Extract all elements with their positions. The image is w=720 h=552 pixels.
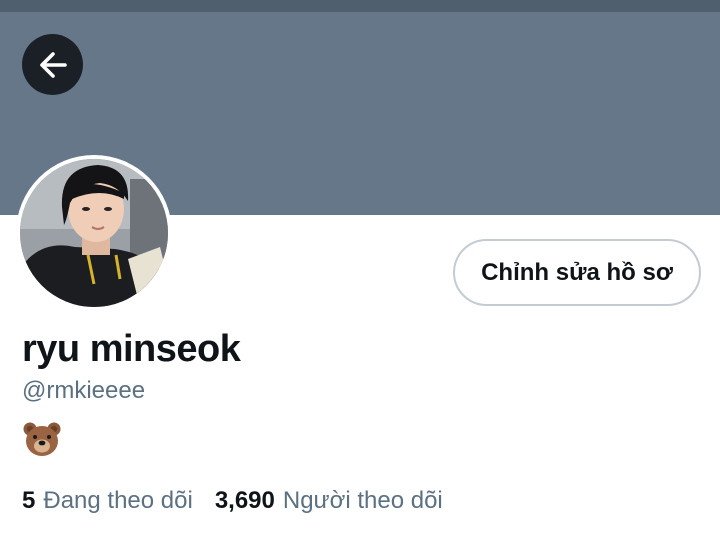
- followers-label: Người theo dõi: [282, 487, 443, 514]
- following-stat[interactable]: 5 Đang theo dõi: [22, 487, 193, 515]
- following-label: Đang theo dõi: [43, 487, 193, 514]
- following-count: 5: [22, 487, 36, 514]
- follow-stats: 5 Đang theo dõi 3,690 Người theo dõi: [22, 487, 443, 515]
- avatar[interactable]: [16, 155, 172, 311]
- followers-stat[interactable]: 3,690 Người theo dõi: [215, 487, 443, 515]
- display-name: ryu minseok: [22, 328, 241, 370]
- status-bar: [0, 0, 720, 12]
- bear-face-icon: [23, 422, 61, 456]
- back-button[interactable]: [22, 34, 83, 95]
- bio: [22, 420, 62, 460]
- avatar-photo: [20, 159, 168, 307]
- arrow-left-icon: [39, 51, 67, 78]
- followers-count: 3,690: [214, 487, 275, 514]
- edit-profile-button[interactable]: Chỉnh sửa hồ sơ: [453, 239, 701, 306]
- user-handle: @rmkieeee: [22, 377, 146, 404]
